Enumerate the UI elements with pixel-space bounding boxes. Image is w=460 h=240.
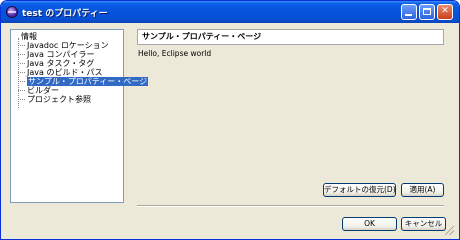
tree-branch-line	[18, 72, 25, 73]
tree-branch-line	[18, 90, 25, 91]
tree-branch-line	[18, 81, 25, 82]
tree-item-label: Javadoc ロケーション	[27, 41, 109, 50]
tree-branch-line	[18, 99, 25, 100]
maximize-icon	[423, 8, 431, 15]
tree-item-project-references[interactable]: プロジェクト参照	[17, 95, 93, 104]
tree-item-java-compiler[interactable]: Java コンパイラー	[17, 50, 96, 59]
tree-item-java-task-tags[interactable]: Java タスク・タグ	[17, 59, 96, 68]
tree-item-info[interactable]: 情報	[17, 32, 39, 41]
close-button[interactable]: ✕	[437, 4, 453, 20]
tree-item-java-build-path[interactable]: Java のビルド・パス	[17, 68, 104, 77]
restore-defaults-button[interactable]: デフォルトの復元(D)	[323, 183, 396, 197]
tree-branch-line	[18, 45, 25, 46]
tree-item-sample-property-page[interactable]: サンプル・プロパティー・ページ	[17, 77, 150, 86]
close-icon: ✕	[441, 6, 449, 16]
tree-item-label: Java タスク・タグ	[27, 59, 95, 68]
ok-button[interactable]: OK	[342, 217, 397, 231]
apply-button[interactable]: 適用(A)	[401, 183, 444, 197]
tree-item-label: サンプル・プロパティー・ページ	[27, 77, 149, 86]
tree-branch-line	[18, 63, 25, 64]
title-bar[interactable]: test のプロパティー ✕	[1, 1, 459, 23]
tree-item-javadoc-location[interactable]: Javadoc ロケーション	[17, 41, 111, 50]
dialog-client-area: 情報 Javadoc ロケーション Java コンパイラー Java タスク・タ…	[4, 23, 456, 237]
tree-item-builders[interactable]: ビルダー	[17, 86, 61, 95]
tree-branch-line	[18, 54, 25, 55]
resize-grip-icon[interactable]	[445, 226, 454, 235]
tree-item-label: 情報	[21, 32, 37, 41]
minimize-icon	[405, 14, 412, 16]
eclipse-icon	[6, 6, 18, 18]
page-title: サンプル・プロパティー・ページ	[137, 29, 444, 45]
properties-dialog: test のプロパティー ✕ 情報 Javadoc ロケーション Java コン…	[0, 0, 460, 240]
tree-item-label: ビルダー	[27, 86, 59, 95]
tree-item-label: プロジェクト参照	[27, 95, 91, 104]
tree-item-label: Java コンパイラー	[27, 50, 95, 59]
minimize-button[interactable]	[401, 4, 417, 20]
property-page-tree[interactable]: 情報 Javadoc ロケーション Java コンパイラー Java タスク・タ…	[10, 29, 149, 203]
divider	[137, 205, 444, 207]
page-content-text: Hello, Eclipse world	[138, 49, 212, 58]
window-title: test のプロパティー	[22, 9, 108, 19]
maximize-button[interactable]	[419, 4, 435, 20]
tree-item-label: Java のビルド・パス	[27, 68, 103, 77]
cancel-button[interactable]: キャンセル	[401, 217, 446, 231]
